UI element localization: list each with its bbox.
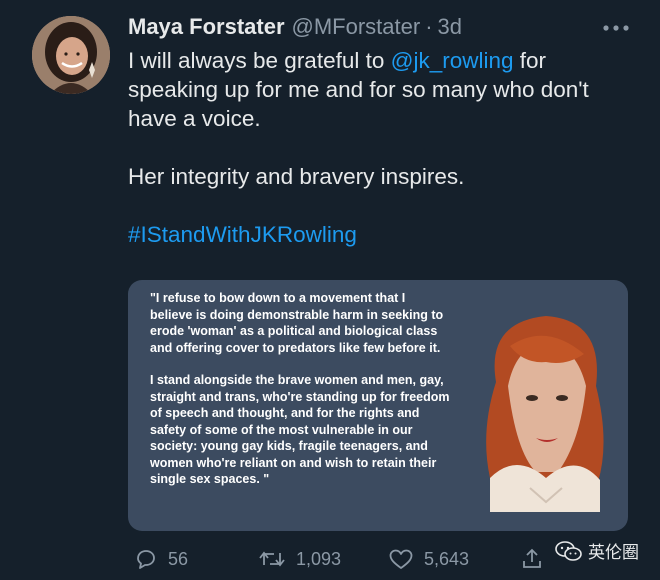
quote-text: "I refuse to bow down to a movement that… [150,290,450,488]
tweet[interactable]: Maya Forstater @MForstater · 3d I will a… [0,0,660,580]
tweet-header: Maya Forstater @MForstater · 3d [128,14,462,44]
mention-link[interactable]: @jk_rowling [391,48,514,73]
text-pre-mention: I will always be grateful to [128,48,391,73]
avatar-image [32,16,110,94]
reply-count: 56 [168,548,189,569]
timestamp[interactable]: 3d [438,14,462,40]
avatar[interactable] [32,16,110,94]
watermark: 英伦圈 [554,538,639,563]
like-count: 5,643 [424,548,470,569]
tweet-image[interactable]: "I refuse to bow down to a movement that… [128,280,628,531]
quote-paragraph-1: "I refuse to bow down to a movement that… [150,291,444,355]
separator: · [425,14,433,39]
retweet-icon [259,551,285,567]
share-button[interactable] [520,544,554,574]
share-icon [523,548,541,568]
reply-button[interactable]: 56 [134,544,188,574]
retweet-count: 1,093 [296,548,342,569]
tweet-paragraph-2: Her integrity and bravery inspires. [128,164,465,189]
author-name[interactable]: Maya Forstater [128,14,285,40]
like-button[interactable]: 5,643 [388,544,469,574]
retweet-button[interactable]: 1,093 [258,544,341,574]
reply-icon [137,550,155,569]
hashtag-link[interactable]: #IStandWithJKRowling [128,222,357,247]
author-handle[interactable]: @MForstater [292,14,421,40]
more-options-button[interactable] [598,16,634,40]
tweet-text: I will always be grateful to @jk_rowling… [128,46,638,249]
quote-paragraph-2: I stand alongside the brave women and me… [150,373,450,486]
heart-icon [389,549,413,569]
portrait-photo [476,302,614,512]
tweet-paragraph-1: I will always be grateful to @jk_rowling… [128,46,638,133]
watermark-label: 英伦圈 [588,543,639,562]
more-icon [603,25,629,31]
wechat-icon [555,540,582,561]
